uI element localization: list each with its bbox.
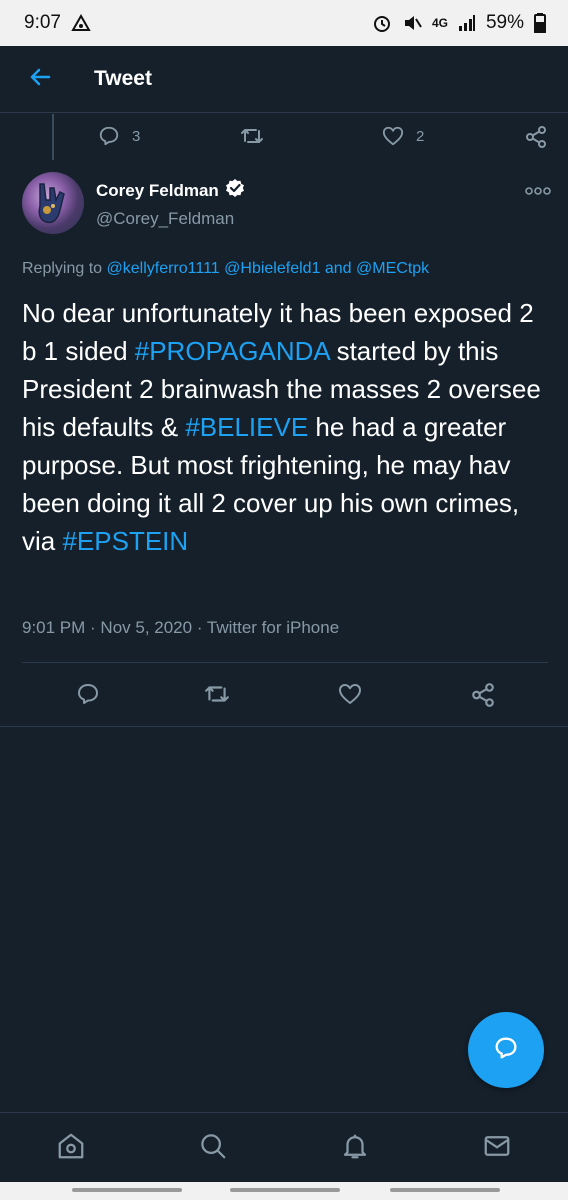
back-indicator[interactable] [390,1188,500,1192]
author-info: Corey Feldman @Corey_Feldman [96,178,245,229]
mention-link[interactable]: @Hbielefeld1 [224,260,320,277]
hashtag-link[interactable]: #EPSTEIN [62,526,188,556]
tweet-text: No dear unfortunately it has been expose… [22,294,552,560]
more-options-button[interactable] [524,184,552,198]
author-display-name[interactable]: Corey Feldman [96,181,219,201]
heart-icon [338,682,362,706]
divider [0,112,568,113]
recent-apps-indicator[interactable] [72,1188,182,1192]
previous-retweet-button[interactable] [240,125,264,147]
messages-icon [482,1131,512,1166]
heart-icon [382,125,404,147]
hashtag-link[interactable]: #BELIEVE [185,412,308,442]
divider [22,662,548,663]
battery-icon [534,13,546,33]
replying-prefix: Replying to [22,260,107,277]
previous-reply-button[interactable]: 3 [98,125,140,147]
previous-like-button[interactable]: 2 [382,125,424,147]
share-icon [524,125,548,149]
triangle-notification-icon [71,14,91,32]
retweet-icon [240,125,264,147]
network-type: 4G [431,16,448,30]
mention-link[interactable]: @kellyferro1111 [107,260,220,277]
nav-messages[interactable] [467,1118,527,1178]
mention-conjunction: and [320,260,357,277]
bottom-navigation [0,1112,568,1183]
tweet-meta: 9:01 PM · Nov 5, 2020 · Twitter for iPho… [22,618,340,637]
signal-icon [458,15,476,31]
avatar-hand-image [38,183,65,224]
app-bar: Tweet [0,46,568,112]
more-options-icon [524,185,552,202]
like-button[interactable] [338,682,362,706]
reply-button[interactable] [76,682,100,706]
compose-reply-icon [492,1034,520,1067]
share-icon [470,682,496,708]
share-button[interactable] [470,682,496,708]
battery-percent: 59% [485,12,524,33]
replying-to: Replying to @kellyferro1111 @Hbielefeld1… [22,260,429,278]
author-handle[interactable]: @Corey_Feldman [96,209,245,229]
mute-icon [402,13,422,33]
hashtag-link[interactable]: #PROPAGANDA [135,336,330,366]
arrow-left-icon [28,65,52,94]
previous-tweet-actions: 3 2 [0,119,568,155]
home-icon [56,1131,86,1166]
compose-reply-button[interactable] [468,1012,544,1088]
nav-home[interactable] [41,1118,101,1178]
page-title: Tweet [94,67,152,90]
home-indicator[interactable] [230,1188,340,1192]
divider [0,726,568,727]
retweet-icon [204,682,230,706]
comment-icon [98,125,120,147]
retweet-button[interactable] [204,682,230,706]
mention-link[interactable]: @MECtpk [356,260,429,277]
previous-share-button[interactable] [524,125,548,149]
like-count: 2 [416,127,425,145]
alarm-icon [372,13,392,33]
reply-count: 3 [132,127,141,145]
status-bar: 9:07 4G 59% [0,0,568,46]
status-time: 9:07 [24,12,61,33]
search-icon [198,1131,228,1166]
verified-badge-icon [225,178,245,203]
system-gesture-bar [0,1182,568,1200]
avatar[interactable] [22,172,84,234]
comment-icon [76,682,100,706]
back-button[interactable] [10,49,70,109]
notifications-icon [340,1131,370,1166]
nav-notifications[interactable] [325,1118,385,1178]
nav-search[interactable] [183,1118,243,1178]
tweet-actions [0,676,568,712]
